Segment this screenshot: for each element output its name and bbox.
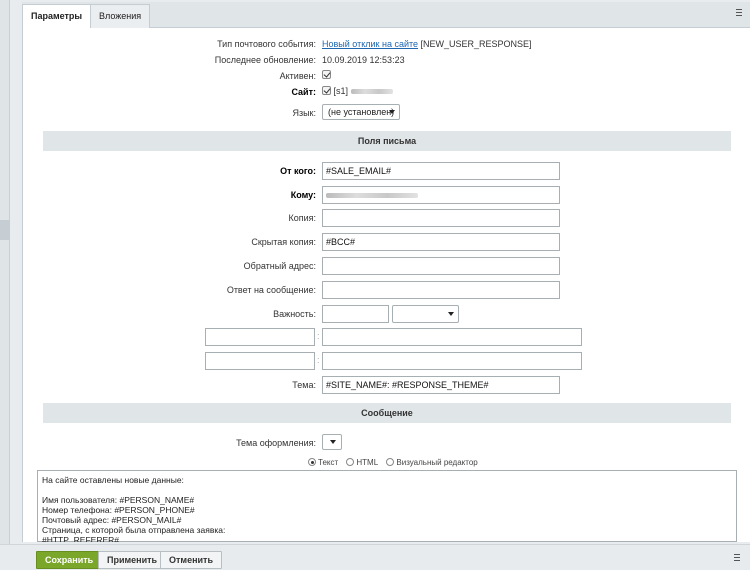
- site-code: [s1]: [333, 86, 349, 96]
- sidebar-collapse-handle[interactable]: [0, 220, 10, 240]
- site-name-redacted: [350, 89, 393, 95]
- last-update-label: Последнее обновление:: [214, 55, 316, 65]
- message-body-textarea[interactable]: На сайте оставлены новые данные: Имя пол…: [37, 470, 737, 542]
- reply-to-label: Ответ на сообщение:: [226, 285, 316, 295]
- radio-html-label: HTML: [356, 458, 379, 467]
- chevron-down-icon: [330, 440, 336, 444]
- cancel-button[interactable]: Отменить: [160, 551, 222, 569]
- language-label: Язык:: [292, 108, 316, 118]
- custom-header-value-2[interactable]: [322, 352, 582, 370]
- radio-html-dot: [346, 458, 355, 466]
- radio-text[interactable]: Текст: [308, 458, 338, 467]
- active-label: Активен:: [279, 71, 316, 81]
- language-select-value: (не установлен): [328, 107, 395, 117]
- event-type-label: Тип почтового события:: [217, 39, 316, 49]
- cc-input[interactable]: [322, 209, 560, 227]
- root: Параметры Вложения Тип почтового события…: [0, 0, 750, 570]
- radio-html[interactable]: HTML: [346, 458, 378, 467]
- event-type-code: [NEW_USER_RESPONSE]: [420, 39, 532, 49]
- chevron-down-icon: [448, 312, 454, 316]
- to-label: Кому:: [290, 190, 316, 200]
- tab-bar: Параметры Вложения: [22, 2, 750, 29]
- pin-icon[interactable]: [736, 9, 742, 19]
- site-label: Сайт:: [291, 87, 316, 97]
- subject-label: Тема:: [292, 380, 316, 390]
- header-separator-2: :: [317, 355, 320, 365]
- template-theme-label: Тема оформления:: [236, 438, 316, 448]
- to-value-redacted: [326, 193, 418, 198]
- radio-text-label: Текст: [318, 458, 339, 467]
- subject-input[interactable]: #SITE_NAME#: #RESPONSE_THEME#: [322, 376, 560, 394]
- active-checkbox[interactable]: [322, 70, 331, 79]
- radio-text-dot: [308, 458, 316, 466]
- radio-visual-editor[interactable]: Визуальный редактор: [386, 458, 478, 467]
- reply-to-input[interactable]: [322, 281, 560, 299]
- site-value-wrap: [s1]: [322, 86, 393, 96]
- save-button[interactable]: Сохранить: [36, 551, 103, 569]
- event-type-link[interactable]: Новый отклик на сайте: [322, 39, 418, 49]
- form-panel: Тип почтового события: Новый отклик на с…: [22, 28, 750, 542]
- tab-parameters[interactable]: Параметры: [22, 4, 92, 29]
- section-message: Сообщение: [43, 403, 731, 423]
- return-address-input[interactable]: [322, 257, 560, 275]
- bcc-label: Скрытая копия:: [251, 237, 316, 247]
- last-update-value: 10.09.2019 12:53:23: [322, 55, 405, 65]
- custom-header-name-1[interactable]: [205, 328, 315, 346]
- header-separator-1: :: [317, 331, 320, 341]
- cc-label: Копия:: [288, 213, 316, 223]
- priority-select[interactable]: [392, 305, 459, 323]
- priority-label: Важность:: [273, 309, 316, 319]
- radio-visual-dot: [386, 458, 395, 466]
- to-input[interactable]: [322, 186, 560, 204]
- tab-attachments[interactable]: Вложения: [90, 4, 151, 28]
- apply-button[interactable]: Применить: [98, 551, 167, 569]
- bcc-input[interactable]: #BCC#: [322, 233, 560, 251]
- footer-bar: Сохранить Применить Отменить: [0, 544, 750, 570]
- priority-input[interactable]: [322, 305, 389, 323]
- from-label: От кого:: [280, 166, 316, 176]
- site-checkbox[interactable]: [322, 86, 331, 95]
- section-mail-fields: Поля письма: [43, 131, 731, 151]
- radio-visual-label: Визуальный редактор: [396, 458, 478, 467]
- pin-icon[interactable]: [734, 554, 740, 563]
- template-theme-select[interactable]: [322, 434, 342, 450]
- chevron-down-icon: [389, 110, 395, 114]
- custom-header-name-2[interactable]: [205, 352, 315, 370]
- left-sidebar-strip: [0, 0, 10, 570]
- event-type-value: Новый отклик на сайте [NEW_USER_RESPONSE…: [322, 39, 532, 49]
- active-checkbox-wrap: [322, 70, 331, 80]
- custom-header-value-1[interactable]: [322, 328, 582, 346]
- language-select[interactable]: (не установлен): [322, 104, 400, 120]
- return-address-label: Обратный адрес:: [243, 261, 316, 271]
- body-type-radios: Текст HTML Визуальный редактор: [308, 458, 484, 467]
- from-input[interactable]: #SALE_EMAIL#: [322, 162, 560, 180]
